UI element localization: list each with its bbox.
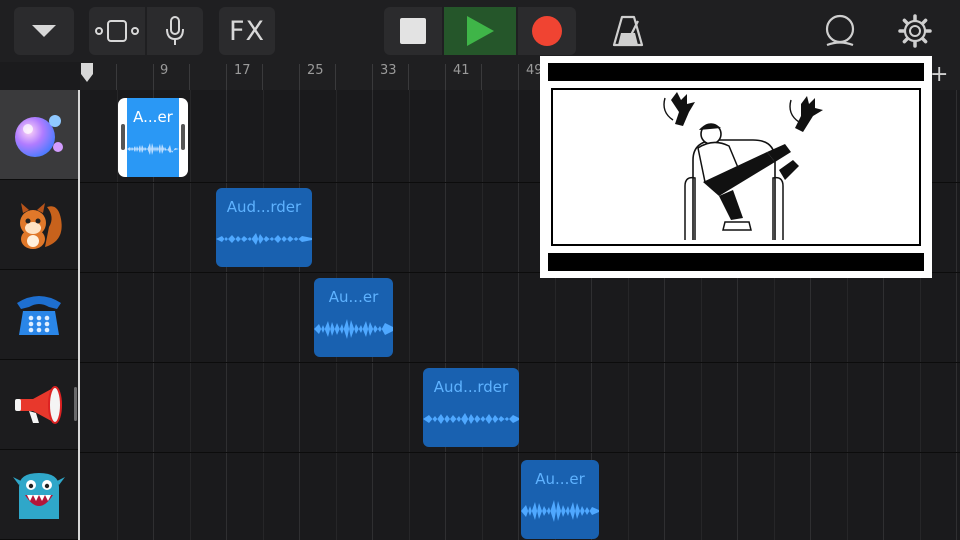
track-header-2[interactable] [0, 180, 78, 270]
track-header-5[interactable] [0, 450, 78, 540]
track-header-4[interactable] [0, 360, 78, 450]
bar-marker-41: 41 [453, 63, 470, 78]
track-headers [0, 90, 80, 540]
track-header-1[interactable] [0, 90, 78, 180]
audio-region[interactable]: Au...er [314, 278, 393, 357]
region-label: Aud...rder [433, 378, 509, 396]
region-label: A...er [133, 108, 173, 126]
squirrel-icon [20, 202, 62, 249]
tracks-view-icon [95, 20, 139, 42]
metronome-icon [612, 15, 644, 47]
audio-region[interactable]: Aud...rder [216, 188, 312, 267]
letterbox-top [548, 63, 924, 81]
audio-region[interactable]: Aud...rder [423, 368, 519, 447]
telephone-icon [17, 295, 61, 335]
playhead-marker[interactable] [80, 62, 94, 84]
metronome-button[interactable] [600, 7, 656, 55]
loop-browser-button[interactable] [812, 7, 868, 55]
track-header-3[interactable] [0, 270, 78, 360]
letterbox-bottom [548, 253, 924, 271]
waveform [216, 233, 312, 245]
monster-icon [13, 472, 65, 519]
waveform [521, 500, 599, 522]
stop-icon [400, 18, 426, 44]
bar-marker-25: 25 [307, 63, 324, 78]
region-trim-handle-right[interactable] [181, 124, 185, 150]
control-bar: FX [0, 0, 960, 62]
manga-illustration-thumbnail [551, 88, 921, 246]
bar-marker-17: 17 [234, 63, 251, 78]
audio-region-selected[interactable]: A...er [118, 98, 188, 177]
add-section-button[interactable]: + [930, 64, 948, 86]
gear-icon [898, 14, 932, 48]
waveform [423, 413, 519, 425]
region-label: Aud...rder [226, 198, 302, 216]
microphone-icon [166, 16, 184, 45]
bar-marker-33: 33 [380, 63, 397, 78]
megaphone-icon [15, 385, 62, 424]
video-preview-overlay[interactable] [540, 56, 932, 278]
bubbles-icon [15, 114, 63, 157]
play-button[interactable] [444, 7, 516, 55]
tracks-dropdown-button[interactable] [14, 7, 74, 55]
chevron-down-icon [32, 25, 56, 37]
audio-region[interactable]: Au...er [521, 460, 599, 539]
tracks-scroll-indicator[interactable] [74, 387, 77, 421]
loop-icon [825, 14, 855, 47]
region-trim-handle-left[interactable] [121, 124, 125, 150]
microphone-button[interactable] [147, 7, 203, 55]
waveform [127, 143, 179, 155]
play-icon [467, 16, 494, 46]
record-button[interactable] [518, 7, 576, 55]
waveform [314, 319, 393, 339]
settings-button[interactable] [887, 7, 943, 55]
bar-marker-9: 9 [160, 63, 169, 78]
stop-button[interactable] [384, 7, 442, 55]
record-icon [532, 16, 562, 46]
fx-button[interactable]: FX [219, 7, 275, 55]
view-toggle-button[interactable] [89, 7, 145, 55]
region-label: Au...er [328, 288, 379, 306]
region-label: Au...er [535, 470, 585, 488]
